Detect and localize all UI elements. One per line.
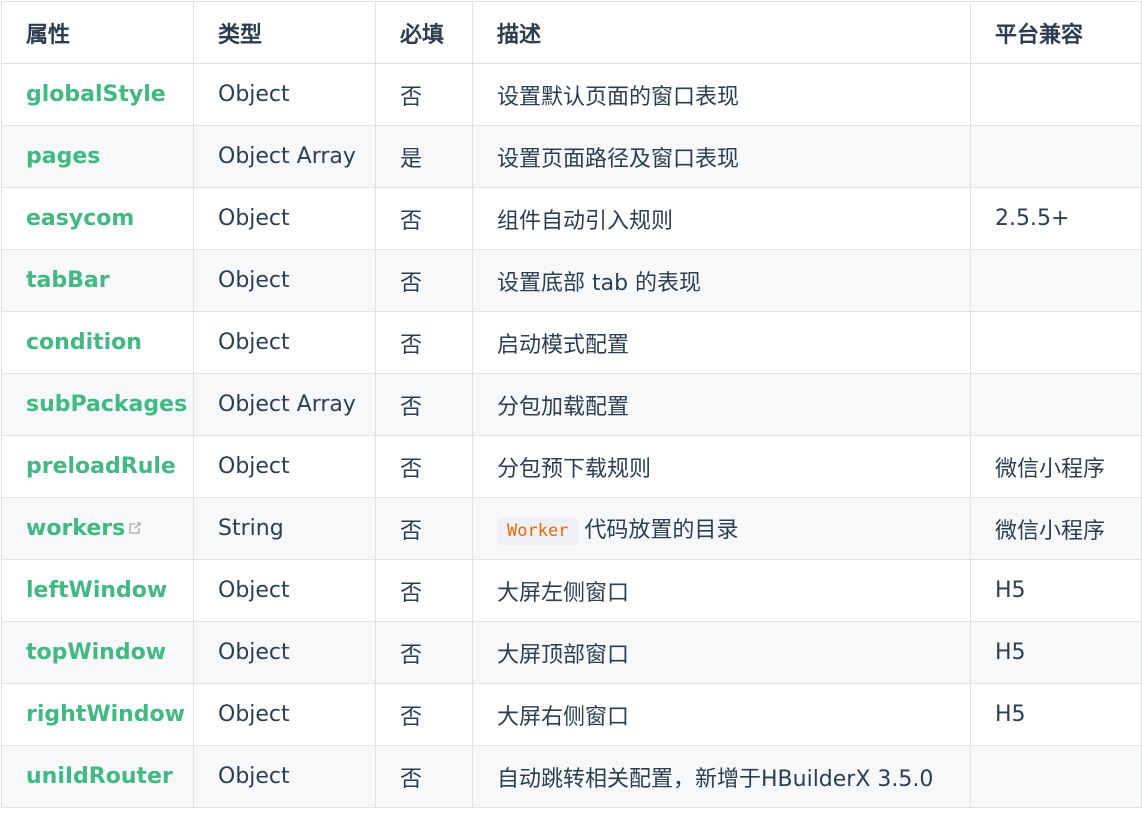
table-row: tabBar Object 否 设置底部 tab 的表现: [1, 249, 1142, 312]
cell-required: 否: [375, 249, 473, 312]
cell-desc: 分包加载配置: [472, 373, 971, 436]
table-row: topWindow Object 否 大屏顶部窗口 H5: [1, 621, 1142, 684]
cell-name: topWindow: [1, 621, 194, 684]
cell-required: 否: [375, 621, 473, 684]
cell-name: easycom: [1, 187, 194, 250]
cell-platform: 微信小程序: [970, 497, 1142, 560]
table-header-row: 属性 类型 必填 描述 平台兼容: [1, 1, 1142, 64]
cell-platform: [970, 745, 1142, 808]
cell-desc: 分包预下载规则: [472, 435, 971, 498]
cell-name: tabBar: [1, 249, 194, 312]
header-type: 类型: [193, 1, 376, 64]
cell-desc: 组件自动引入规则: [472, 187, 971, 250]
cell-desc: 启动模式配置: [472, 311, 971, 374]
cell-name: pages: [1, 125, 194, 188]
cell-name: rightWindow: [1, 683, 194, 746]
cell-type: Object Array: [193, 373, 376, 436]
cell-platform: 2.5.5+: [970, 187, 1142, 250]
cell-type: Object: [193, 63, 376, 126]
cell-platform: [970, 373, 1142, 436]
cell-type: Object: [193, 683, 376, 746]
property-link[interactable]: pages: [26, 144, 100, 169]
property-link[interactable]: condition: [26, 330, 142, 355]
table-row: preloadRule Object 否 分包预下载规则 微信小程序: [1, 435, 1142, 498]
cell-type: String: [193, 497, 376, 560]
property-link[interactable]: easycom: [26, 206, 134, 231]
external-link-icon: [129, 522, 141, 534]
property-link[interactable]: globalStyle: [26, 82, 166, 107]
cell-name: subPackages: [1, 373, 194, 436]
cell-type: Object: [193, 311, 376, 374]
cell-platform: H5: [970, 621, 1142, 684]
worker-code: Worker: [497, 517, 579, 545]
cell-type: Object: [193, 745, 376, 808]
cell-desc: 设置默认页面的窗口表现: [472, 63, 971, 126]
header-attr: 属性: [1, 1, 194, 64]
header-required: 必填: [375, 1, 473, 64]
cell-required: 否: [375, 187, 473, 250]
table-row: globalStyle Object 否 设置默认页面的窗口表现: [1, 63, 1142, 126]
cell-type: Object: [193, 559, 376, 622]
cell-required: 否: [375, 559, 473, 622]
cell-desc: Worker 代码放置的目录: [472, 497, 971, 560]
cell-platform: [970, 125, 1142, 188]
cell-platform: [970, 63, 1142, 126]
cell-required: 是: [375, 125, 473, 188]
table-row: rightWindow Object 否 大屏右侧窗口 H5: [1, 683, 1142, 746]
cell-type: Object: [193, 249, 376, 312]
cell-platform: [970, 311, 1142, 374]
cell-type: Object: [193, 187, 376, 250]
cell-required: 否: [375, 311, 473, 374]
property-link[interactable]: preloadRule: [26, 454, 176, 479]
property-label: workers: [26, 516, 126, 541]
table-row: condition Object 否 启动模式配置: [1, 311, 1142, 374]
cell-desc: 自动跳转相关配置，新增于HBuilderX 3.5.0: [472, 745, 971, 808]
table-row: easycom Object 否 组件自动引入规则 2.5.5+: [1, 187, 1142, 250]
workers-external-link[interactable]: workers: [26, 516, 143, 541]
cell-type: Object: [193, 435, 376, 498]
cell-desc: 设置底部 tab 的表现: [472, 249, 971, 312]
cell-name: workers: [1, 497, 194, 560]
cell-required: 否: [375, 745, 473, 808]
property-link[interactable]: leftWindow: [26, 578, 167, 603]
header-platform: 平台兼容: [970, 1, 1142, 64]
desc-text: 代码放置的目录: [584, 518, 739, 543]
property-link[interactable]: topWindow: [26, 640, 166, 665]
table-row: subPackages Object Array 否 分包加载配置: [1, 373, 1142, 436]
table-row: pages Object Array 是 设置页面路径及窗口表现: [1, 125, 1142, 188]
cell-platform: 微信小程序: [970, 435, 1142, 498]
cell-type: Object Array: [193, 125, 376, 188]
property-link[interactable]: uniIdRouter: [26, 764, 173, 789]
cell-name: condition: [1, 311, 194, 374]
table-row: leftWindow Object 否 大屏左侧窗口 H5: [1, 559, 1142, 622]
table-row: uniIdRouter Object 否 自动跳转相关配置，新增于HBuilde…: [1, 745, 1142, 808]
cell-desc: 大屏右侧窗口: [472, 683, 971, 746]
pages-json-config-table: 属性 类型 必填 描述 平台兼容 globalStyle Object 否 设置…: [1, 1, 1142, 808]
cell-required: 否: [375, 63, 473, 126]
cell-required: 否: [375, 373, 473, 436]
property-link[interactable]: rightWindow: [26, 702, 185, 727]
cell-name: globalStyle: [1, 63, 194, 126]
cell-platform: H5: [970, 559, 1142, 622]
cell-desc: 大屏顶部窗口: [472, 621, 971, 684]
cell-name: uniIdRouter: [1, 745, 194, 808]
cell-type: Object: [193, 621, 376, 684]
cell-desc: 设置页面路径及窗口表现: [472, 125, 971, 188]
cell-required: 否: [375, 435, 473, 498]
header-desc: 描述: [472, 1, 971, 64]
cell-platform: H5: [970, 683, 1142, 746]
cell-name: preloadRule: [1, 435, 194, 498]
cell-desc: 大屏左侧窗口: [472, 559, 971, 622]
cell-required: 否: [375, 497, 473, 560]
table-row: workers String 否 Worker 代码放置的目录 微信小程序: [1, 497, 1142, 560]
property-link[interactable]: tabBar: [26, 268, 110, 293]
property-link[interactable]: subPackages: [26, 392, 187, 417]
cell-name: leftWindow: [1, 559, 194, 622]
cell-platform: [970, 249, 1142, 312]
cell-required: 否: [375, 683, 473, 746]
